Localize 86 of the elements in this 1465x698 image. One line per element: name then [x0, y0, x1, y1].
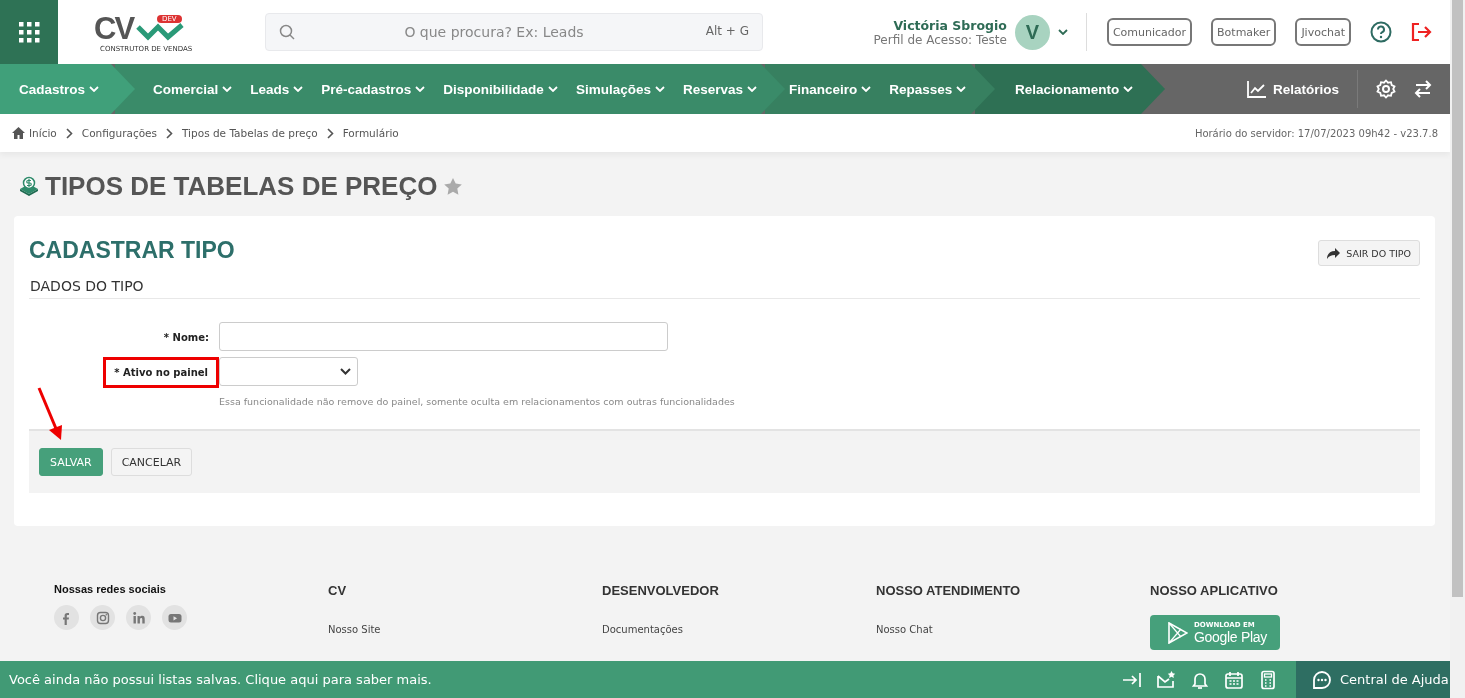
share-arrow-icon [1327, 247, 1341, 259]
server-time: Horário do servidor: 17/07/2023 09h42 - v23.7.8 [1194, 127, 1438, 139]
store-name: Google Play [1194, 628, 1267, 645]
star-icon[interactable] [443, 176, 464, 196]
nav-menu-item[interactable]: Reservas [682, 74, 757, 104]
help-center-button[interactable]: Central de Ajuda [1296, 661, 1450, 698]
breadcrumb-link[interactable]: Início [12, 127, 57, 139]
caret-icon [747, 86, 757, 92]
text-input[interactable] [219, 322, 668, 351]
footer-heading: NOSSO APLICATIVO [1150, 583, 1279, 598]
caret-icon [222, 86, 233, 92]
caret-icon [956, 86, 967, 92]
exit-button[interactable]: SAIR DO TIPO [1318, 240, 1420, 266]
caret-icon [861, 86, 872, 92]
chevron-icon [326, 127, 334, 139]
home-icon [12, 127, 25, 139]
apps-button[interactable] [0, 0, 58, 64]
chevron-icon [166, 127, 174, 139]
field-label: * Ativo no painel [113, 366, 209, 378]
footer-heading: NOSSO ATENDIMENTO [876, 583, 1022, 598]
header-button[interactable]: Jivochat [1295, 18, 1351, 46]
nav-menu-item[interactable]: Disponibilidade [443, 74, 558, 104]
breadcrumb-link[interactable]: Tipos de Tabelas de preço [182, 127, 318, 139]
breadcrumb-link[interactable]: Formulário [342, 127, 399, 139]
footer-heading: Nossas redes sociais [54, 583, 167, 595]
scroll-thumb[interactable] [1452, 0, 1463, 597]
nav-menu-item[interactable]: Cadastros [19, 74, 100, 104]
field-label: * Nome: [162, 331, 210, 343]
caret-icon [547, 86, 558, 92]
header-button[interactable]: Comunicador [1106, 18, 1193, 46]
swap-icon[interactable] [1414, 80, 1432, 98]
play-icon [1168, 621, 1188, 644]
page-title: TIPOS DE TABELAS DE PREÇO [45, 170, 438, 202]
help-text: Essa funcionalidade não remove do painel, somente oculta em relacionamentos com outras funcionalidades [219, 396, 735, 407]
status-message-link[interactable]: Você ainda não possui listas salvas. Clique aqui para saber mais. [0, 672, 432, 687]
social-button[interactable] [54, 605, 79, 630]
nav-menu-item[interactable]: Relacionamento [1015, 74, 1134, 104]
cancel-button[interactable]: CANCELAR [110, 448, 193, 476]
nav-menu-item[interactable]: Repasses [889, 74, 967, 104]
shortcut-hint: Alt + G [705, 24, 749, 38]
caret-icon [654, 86, 665, 92]
chevron-icon [65, 127, 73, 139]
linkedin-icon [130, 609, 147, 626]
grid-icon [18, 21, 40, 43]
nav-menu-item[interactable]: Leads [250, 74, 304, 104]
chat-bubble-icon [1312, 669, 1332, 690]
logo-text: CV [94, 11, 134, 46]
mail-star-icon[interactable] [1156, 669, 1176, 690]
caret-icon [1057, 29, 1068, 35]
calculator-icon[interactable] [1258, 669, 1278, 690]
footer-link[interactable]: Nosso Chat [876, 624, 933, 635]
help-icon[interactable] [1370, 21, 1392, 43]
search-icon [279, 24, 295, 40]
user-profile: Perfil de Acesso: Teste [873, 32, 1007, 47]
nav-menu-item[interactable]: Financeiro [789, 74, 872, 104]
logo-wave-icon [136, 21, 184, 43]
header-button[interactable]: Botmaker [1211, 18, 1277, 46]
nav-menu-item[interactable]: Simulações [575, 74, 665, 104]
social-button[interactable] [162, 605, 187, 630]
settings-icon[interactable] [1376, 79, 1396, 99]
social-button[interactable] [126, 605, 151, 630]
footer-heading: DESENVOLVEDOR [602, 583, 720, 598]
calendar-icon[interactable] [1224, 669, 1244, 690]
logout-icon[interactable] [1410, 22, 1432, 42]
user-name: Victória Sbrogio [893, 17, 1007, 33]
caret-icon [1123, 86, 1134, 92]
nav-menu-item[interactable]: Comercial [153, 74, 233, 104]
caret-icon [415, 86, 426, 92]
footer-heading: CV [328, 583, 348, 598]
save-button[interactable]: SALVAR [39, 448, 103, 476]
social-button[interactable] [90, 605, 115, 630]
section-title: DADOS DO TIPO [29, 278, 1420, 299]
footer-link[interactable]: Nosso Site [328, 624, 381, 635]
form-title: CADASTRAR TIPO [29, 237, 235, 264]
chart-icon [1246, 80, 1267, 98]
money-icon [19, 176, 39, 196]
chevron-down-icon [340, 368, 351, 375]
breadcrumb-link[interactable]: Configurações [81, 127, 158, 139]
caret-icon [89, 86, 100, 92]
caret-icon [293, 86, 304, 92]
instagram-icon [94, 609, 111, 626]
breadcrumb-text: Início [29, 127, 57, 139]
nav-menu-item[interactable]: Pré-cadastros [321, 74, 426, 104]
reports-link[interactable]: Relatórios [1246, 80, 1339, 98]
avatar[interactable]: V [1014, 14, 1050, 50]
footer-link[interactable]: Documentações [602, 624, 683, 635]
